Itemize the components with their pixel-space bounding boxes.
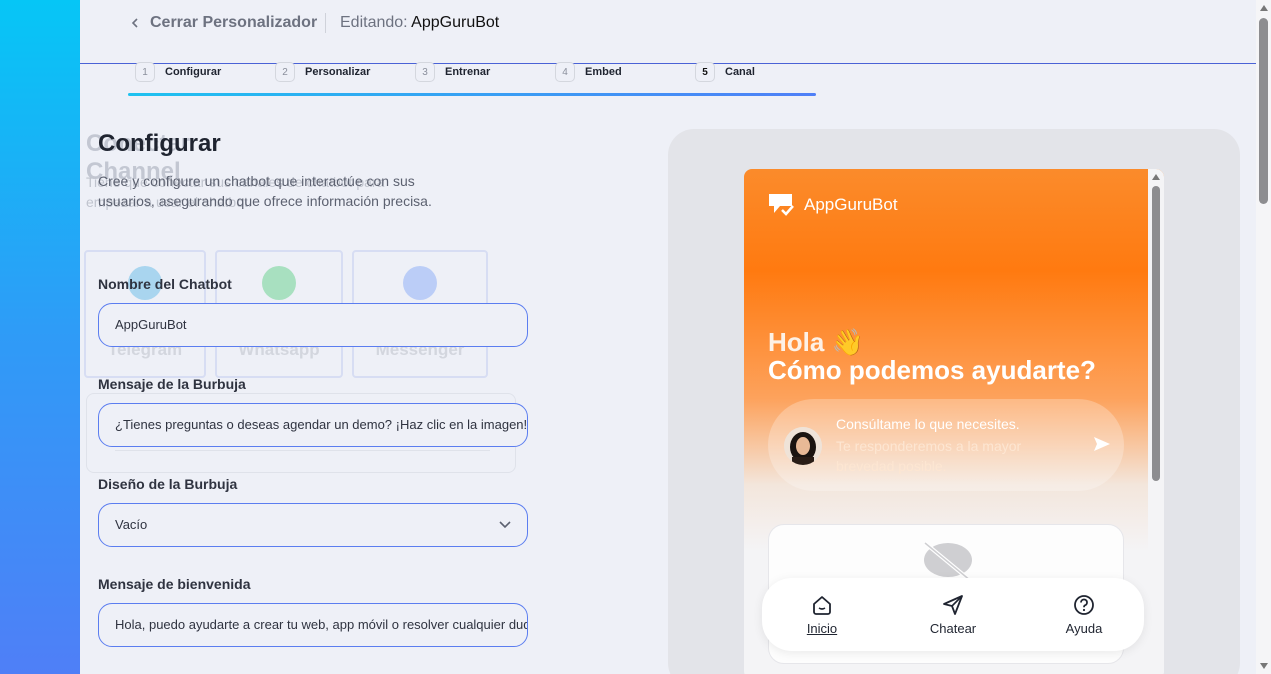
step-label: Configurar: [165, 66, 222, 78]
wizard-progress-bar: [128, 93, 816, 96]
chevron-down-icon: [499, 521, 511, 529]
widget-bot-name: AppGuruBot: [804, 195, 898, 214]
ask-card-subtitle: Te responderemos a la mayor brevedad pos…: [836, 438, 1022, 474]
send-arrow-icon: [1094, 437, 1110, 451]
bubble-design-value: Vacío: [115, 517, 148, 532]
bubble-message-input[interactable]: ¿Tienes preguntas o deseas agendar un de…: [98, 403, 528, 447]
bubble-message-label: Mensaje de la Burbuja: [98, 376, 246, 392]
editing-label: Editando:: [340, 14, 408, 31]
nav-ayuda[interactable]: Ayuda: [1044, 578, 1124, 651]
chevron-left-icon: [131, 18, 138, 28]
step-label: Embed: [585, 66, 622, 78]
widget-bottom-nav: Inicio Chatear Ayuda: [762, 578, 1144, 651]
step-personalizar[interactable]: 2 Personalizar: [275, 62, 415, 82]
scroll-down-icon: [1260, 663, 1268, 669]
help-icon: [1074, 594, 1094, 615]
nav-inicio[interactable]: Inicio: [782, 578, 862, 651]
nav-label: Ayuda: [1065, 620, 1103, 636]
welcome-message-label: Mensaje de bienvenida: [98, 576, 251, 592]
messenger-icon: [403, 266, 437, 300]
no-chat-icon: [923, 541, 973, 583]
step-canal[interactable]: 5 Canal: [695, 62, 835, 82]
step-label: Personalizar: [305, 66, 371, 78]
step-number: 4: [555, 62, 575, 82]
wizard-steps: 1 Configurar 2 Personalizar 3 Entrenar 4 Emb…: [135, 62, 835, 82]
chatbot-name-input[interactable]: AppGuruBot: [98, 303, 528, 347]
scroll-up-icon: [1152, 174, 1160, 180]
scroll-thumb[interactable]: [1259, 18, 1268, 204]
bubble-design-label: Diseño de la Burbuja: [98, 476, 238, 492]
step-label: Entrenar: [445, 66, 491, 78]
step-number: 1: [135, 62, 155, 82]
page-scrollbar[interactable]: [1256, 0, 1271, 674]
widget-scrollbar[interactable]: [1148, 169, 1164, 674]
chat-preview-panel: AppGuruBot Hola 👋 Cómo podemos ayudarte?…: [668, 129, 1240, 674]
chatbot-name-label: Nombre del Chatbot: [98, 276, 232, 292]
widget-header: AppGuruBot: [768, 193, 898, 217]
ask-question-card[interactable]: Consúltame lo que necesites. Te responde…: [768, 399, 1124, 491]
home-icon: [813, 595, 831, 615]
brand-gradient-bar: [0, 0, 80, 674]
nav-chatear[interactable]: Chatear: [913, 578, 993, 651]
send-icon: [943, 594, 963, 615]
widget-headline: Cómo podemos ayudarte?: [768, 355, 1096, 385]
scroll-thumb[interactable]: [1152, 186, 1160, 481]
whatsapp-icon: [262, 266, 296, 300]
table-divider: [115, 450, 490, 451]
scroll-up-icon: [1260, 5, 1268, 11]
page-title: Configurar: [98, 130, 221, 157]
chat-check-icon: [769, 194, 794, 216]
step-entrenar[interactable]: 3 Entrenar: [415, 62, 555, 82]
step-configurar[interactable]: 1 Configurar: [135, 62, 275, 82]
header-divider: [325, 13, 326, 33]
step-label: Canal: [725, 66, 755, 78]
page-description: Cree y configure un chatbot que interact…: [98, 173, 432, 209]
customizer-header: Cerrar Personalizador Editando: AppGuruB…: [80, 0, 1256, 64]
close-customizer-button[interactable]: Cerrar Personalizador: [130, 14, 317, 32]
step-number: 3: [415, 62, 435, 82]
customizer-main: Cerrar Personalizador Editando: AppGuruB…: [80, 0, 1256, 674]
step-embed[interactable]: 4 Embed: [555, 62, 695, 82]
ask-card-title: Consúltame lo que necesites.: [836, 416, 1020, 432]
nav-label: Chatear: [929, 620, 977, 636]
step-number: 5: [695, 62, 715, 82]
step-number: 2: [275, 62, 295, 82]
editing-bot-name: AppGuruBot: [411, 14, 500, 31]
close-customizer-label: Cerrar Personalizador: [150, 14, 318, 31]
nav-label: Inicio: [806, 620, 838, 636]
welcome-message-input[interactable]: Hola, puedo ayudarte a crear tu web, app…: [98, 603, 528, 647]
widget-greeting: Hola 👋: [768, 327, 864, 357]
editing-indicator: Editando: AppGuruBot: [340, 14, 499, 32]
bubble-design-select[interactable]: Vacío: [98, 503, 528, 547]
agent-avatar: [784, 427, 822, 465]
